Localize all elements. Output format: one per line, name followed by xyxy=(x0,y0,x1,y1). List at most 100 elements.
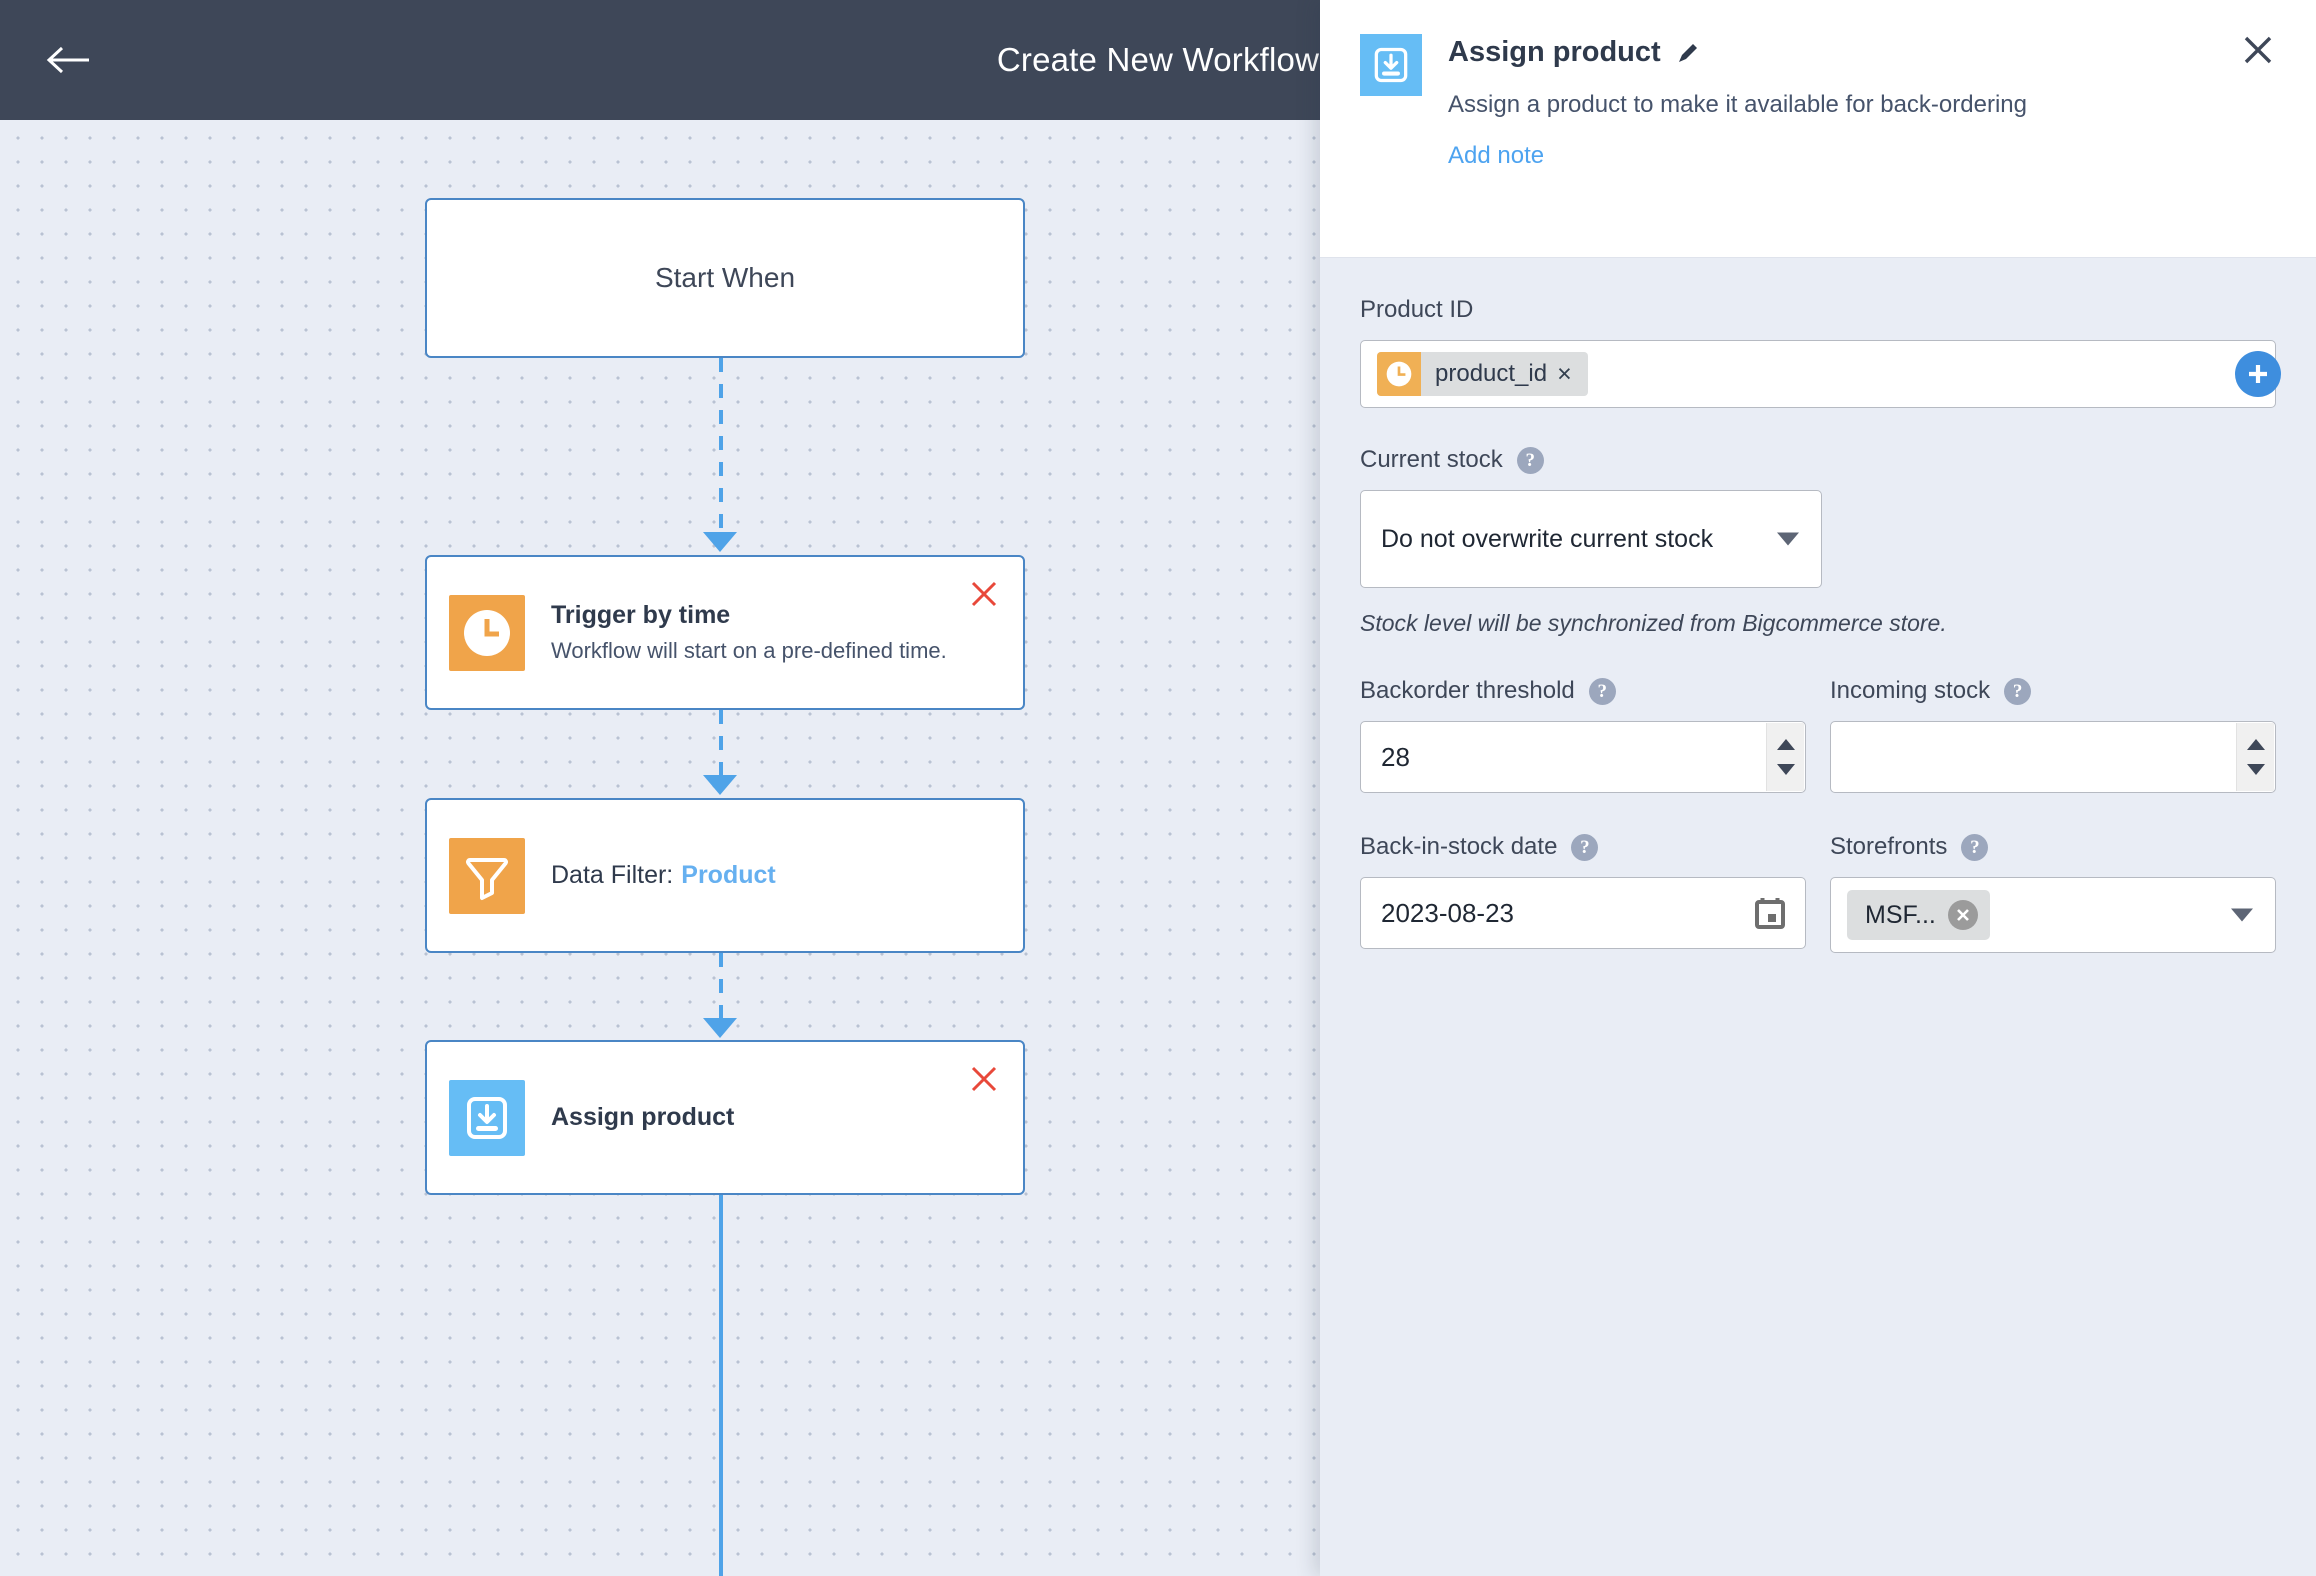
node-data-filter[interactable]: Data Filter: Product xyxy=(425,798,1025,953)
back-in-stock-date-help-icon[interactable]: ? xyxy=(1571,833,1599,861)
storefronts-help-icon[interactable]: ? xyxy=(1961,833,1989,861)
incoming-stock-input[interactable] xyxy=(1830,721,2276,793)
backorder-threshold-help-icon[interactable]: ? xyxy=(1588,677,1616,705)
panel-title-row: Assign product xyxy=(1448,36,2027,69)
product-id-label: Product ID xyxy=(1360,296,2276,324)
storefront-chip-remove[interactable] xyxy=(1947,900,1978,930)
incoming-stock-help-icon[interactable]: ? xyxy=(2004,677,2032,705)
clock-glyph xyxy=(1386,361,1412,387)
current-stock-select[interactable]: Do not overwrite current stock xyxy=(1360,490,1822,588)
back-in-stock-date-value: 2023-08-23 xyxy=(1381,897,1514,928)
incoming-stock-stepper[interactable] xyxy=(2236,723,2274,791)
download-tray-icon xyxy=(449,1079,525,1156)
node-trigger-title: Trigger by time xyxy=(551,600,731,629)
product-id-field[interactable]: product_id × xyxy=(1360,340,2281,408)
node-assign-text: Assign product xyxy=(551,1102,734,1133)
backorder-threshold-input[interactable]: 28 xyxy=(1360,721,1806,793)
current-stock-help-icon[interactable]: ? xyxy=(1516,446,1544,474)
download-tray-icon xyxy=(1360,34,1422,96)
product-id-label-text: Product ID xyxy=(1360,296,1474,323)
current-stock-label: Current stock ? xyxy=(1360,446,2276,474)
node-start-label: Start When xyxy=(654,262,796,293)
product-id-chip-remove[interactable]: × xyxy=(1557,361,1588,387)
panel-body: Product ID product_id × Current stock ? … xyxy=(1320,258,2316,953)
incoming-stock-label: Incoming stock ? xyxy=(1830,677,2276,705)
backorder-threshold-label-text: Backorder threshold xyxy=(1360,677,1575,704)
plus-icon xyxy=(2249,365,2267,383)
date-storefront-row: Back-in-stock date ? 2023-08-23 Storefro… xyxy=(1360,833,2276,953)
incoming-stock-group: Incoming stock ? xyxy=(1830,677,2276,793)
back-in-stock-date-label-text: Back-in-stock date xyxy=(1360,833,1558,860)
product-id-chip[interactable]: product_id × xyxy=(1377,352,1588,396)
funnel-icon xyxy=(449,837,525,914)
close-icon xyxy=(1956,909,1969,921)
clock-icon xyxy=(1377,352,1421,396)
pencil-icon xyxy=(1678,43,1697,62)
clock-glyph xyxy=(464,609,510,656)
storefronts-label-text: Storefronts xyxy=(1830,833,1948,860)
panel-close-button[interactable] xyxy=(2238,30,2278,70)
stepper-up-icon[interactable] xyxy=(2246,739,2265,750)
backorder-threshold-stepper[interactable] xyxy=(1766,723,1804,791)
panel-description: Assign a product to make it available fo… xyxy=(1448,91,2027,118)
panel-title: Assign product xyxy=(1448,36,1661,68)
clock-icon xyxy=(449,594,525,671)
storefront-chip-label: MSF... xyxy=(1865,900,1936,929)
close-icon xyxy=(971,1066,997,1092)
node-filter-prefix: Data Filter: xyxy=(551,861,674,889)
back-in-stock-date-input[interactable]: 2023-08-23 xyxy=(1360,877,1806,949)
node-assign-delete-button[interactable] xyxy=(967,1062,1001,1096)
stock-numbers-row: Backorder threshold ? 28 Incoming stock xyxy=(1360,677,2276,793)
back-in-stock-date-group: Back-in-stock date ? 2023-08-23 xyxy=(1360,833,1806,953)
panel-head-row: Assign product Assign a product to make … xyxy=(1360,34,2276,170)
connector-filter-assign xyxy=(719,953,723,1025)
connector-arrow-assign xyxy=(703,1018,737,1038)
edit-name-button[interactable] xyxy=(1675,40,1701,66)
node-assign-product[interactable]: Assign product xyxy=(425,1040,1025,1195)
storefronts-select[interactable]: MSF... xyxy=(1830,877,2276,953)
connector-assign-next xyxy=(719,1195,723,1576)
storefronts-label: Storefronts ? xyxy=(1830,833,2276,861)
panel-header: Assign product Assign a product to make … xyxy=(1320,0,2316,258)
incoming-stock-label-text: Incoming stock xyxy=(1830,677,1991,704)
node-trigger-text: Trigger by time Workflow will start on a… xyxy=(551,600,947,665)
funnel-glyph xyxy=(466,857,508,900)
workflow-canvas[interactable]: Start When Trigger by time Workflow will… xyxy=(0,120,1320,1576)
node-trigger-by-time[interactable]: Trigger by time Workflow will start on a… xyxy=(425,555,1025,710)
current-stock-label-text: Current stock xyxy=(1360,446,1503,473)
node-filter-value[interactable]: Product xyxy=(681,861,775,889)
top-bar: Create New Workflow xyxy=(0,0,1320,120)
chevron-down-icon xyxy=(1777,532,1799,546)
node-start-when[interactable]: Start When xyxy=(425,198,1025,358)
backorder-threshold-label: Backorder threshold ? xyxy=(1360,677,1806,705)
calendar-glyph xyxy=(1755,898,1785,929)
node-filter-label: Data Filter: Product xyxy=(551,861,776,890)
stepper-down-icon[interactable] xyxy=(2246,764,2265,775)
current-stock-value: Do not overwrite current stock xyxy=(1381,524,1714,553)
node-trigger-delete-button[interactable] xyxy=(967,577,1001,611)
arrow-left-icon xyxy=(46,46,89,74)
stepper-down-icon[interactable] xyxy=(1776,764,1795,775)
node-filter-text: Data Filter: Product xyxy=(551,861,776,890)
assign-product-panel: Assign product Assign a product to make … xyxy=(1320,0,2316,1576)
close-icon xyxy=(2244,36,2272,64)
stepper-up-icon[interactable] xyxy=(1776,739,1795,750)
add-product-id-button[interactable] xyxy=(2235,351,2281,397)
back-button[interactable] xyxy=(42,33,96,87)
close-icon xyxy=(971,581,997,607)
storefront-chip[interactable]: MSF... xyxy=(1847,890,1990,940)
back-in-stock-date-label: Back-in-stock date ? xyxy=(1360,833,1806,861)
current-stock-helper-text: Stock level will be synchronized from Bi… xyxy=(1360,610,1947,636)
node-trigger-desc: Workflow will start on a pre-defined tim… xyxy=(551,638,947,664)
chevron-down-icon xyxy=(2231,908,2253,922)
download-tray-glyph xyxy=(1374,47,1408,83)
connector-trigger-filter xyxy=(719,710,723,782)
calendar-icon[interactable] xyxy=(1755,897,1785,929)
panel-head-texts: Assign product Assign a product to make … xyxy=(1448,34,2027,170)
connector-arrow-filter xyxy=(703,775,737,795)
storefronts-group: Storefronts ? MSF... xyxy=(1830,833,2276,953)
product-id-chip-label: product_id xyxy=(1435,360,1548,387)
connector-arrow-trigger xyxy=(703,532,737,552)
add-note-link[interactable]: Add note xyxy=(1448,142,1544,170)
node-assign-title: Assign product xyxy=(551,1102,735,1131)
